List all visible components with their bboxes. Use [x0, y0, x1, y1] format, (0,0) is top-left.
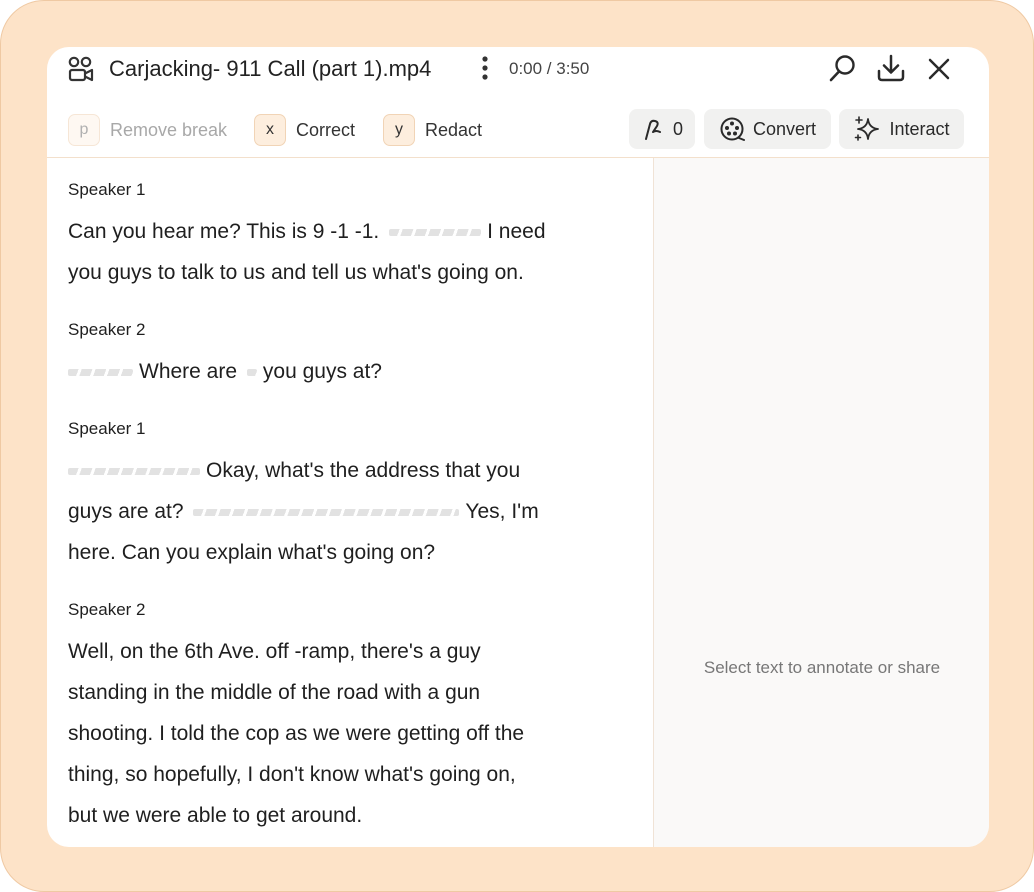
download-icon[interactable] — [873, 51, 909, 87]
sidebar-hint: Select text to annotate or share — [703, 658, 941, 677]
transcript-text: Yes, I'm — [465, 500, 539, 523]
shortcut-label: Correct — [296, 119, 356, 140]
media-file-icon — [68, 56, 94, 82]
redacted-gap[interactable] — [246, 368, 257, 376]
transcript-text: Okay, what's the address that you — [206, 459, 521, 482]
file-title: Carjacking- 911 Call (part 1).mp4 — [109, 56, 432, 81]
transcript-text: you guys to talk to us and tell us what'… — [68, 261, 524, 284]
speaker-label: Speaker 1 — [68, 180, 146, 199]
transcript-pane: Speaker 1 Can you hear me? This is 9 -1 … — [47, 158, 653, 847]
redact-button[interactable]: y Redact — [383, 114, 482, 146]
convert-label: Convert — [752, 118, 817, 139]
transcript-segment[interactable]: Well, on the 6th Ave. off -ramp, there's… — [68, 631, 628, 836]
convert-icon — [720, 117, 745, 141]
shortcut-label: Redact — [425, 119, 483, 140]
speaker-label: Speaker 2 — [68, 320, 146, 339]
redacted-gap[interactable] — [68, 467, 200, 475]
viewer-header: Carjacking- 911 Call (part 1).mp4 0:00 /… — [47, 47, 989, 158]
interact-button[interactable]: Interact — [839, 109, 964, 149]
transcript-text: Well, on the 6th Ave. off -ramp, there's… — [68, 640, 481, 663]
more-vertical-icon[interactable] — [475, 55, 495, 81]
speaker-label: Speaker 1 — [68, 419, 146, 438]
transcript-segment[interactable]: Can you hear me? This is 9 -1 -1. I need… — [68, 211, 628, 293]
redacted-gap[interactable] — [193, 508, 460, 516]
transcript-text: thing, so hopefully, I don't know what's… — [68, 763, 516, 786]
annotation-sidebar: Select text to annotate or share — [653, 158, 989, 847]
transcript-viewer: Carjacking- 911 Call (part 1).mp4 0:00 /… — [47, 47, 989, 847]
transcript-text: but we were able to get around. — [68, 804, 363, 827]
speaker-label: Speaker 2 — [68, 600, 146, 619]
app-frame: Carjacking- 911 Call (part 1).mp4 0:00 /… — [0, 0, 1034, 892]
sparkle-icon — [855, 116, 880, 141]
transcript-text: I need — [487, 220, 546, 243]
transcript-segment[interactable]: Okay, what's the address that you guys a… — [68, 450, 628, 573]
shortcut-key: p — [68, 114, 100, 146]
redacted-gap[interactable] — [389, 228, 482, 236]
transcript-text: guys are at? — [68, 500, 184, 523]
redacted-gap[interactable] — [68, 368, 133, 376]
search-icon[interactable] — [825, 51, 861, 87]
remove-break-button[interactable]: p Remove break — [68, 114, 227, 146]
close-icon[interactable] — [921, 51, 957, 87]
transcript-text: Where are — [139, 360, 238, 383]
shortcut-key: y — [383, 114, 415, 146]
transcript-text: Can you hear me? This is 9 -1 -1. — [68, 220, 380, 243]
interact-label: Interact — [889, 118, 950, 139]
shortcut-label: Remove break — [110, 119, 228, 140]
transcript-text: here. Can you explain what's going on? — [68, 541, 436, 564]
annotate-icon — [644, 119, 661, 140]
annotations-button[interactable]: 0 — [629, 109, 695, 149]
annotation-count: 0 — [672, 118, 683, 139]
transcript-text: you guys at? — [262, 360, 382, 383]
correct-button[interactable]: x Correct — [254, 114, 355, 146]
playback-time: 0:00 / 3:50 — [509, 59, 590, 78]
transcript-text: shooting. I told the cop as we were gett… — [68, 722, 525, 745]
shortcut-key: x — [254, 114, 286, 146]
transcript-segment[interactable]: Where are you guys at? — [68, 351, 628, 392]
transcript-text: standing in the middle of the road with … — [68, 681, 481, 704]
convert-button[interactable]: Convert — [704, 109, 831, 149]
